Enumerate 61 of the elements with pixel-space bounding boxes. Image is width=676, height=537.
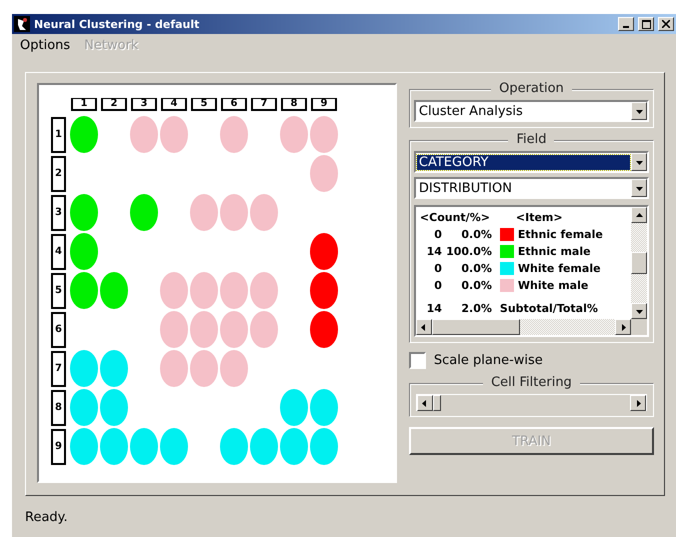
column-header: 7 [251, 98, 277, 110]
row-header: 5 [51, 272, 66, 308]
down-arrow-icon [636, 308, 642, 314]
column-header: 9 [311, 98, 337, 110]
menu-item[interactable]: Options [20, 38, 70, 54]
column-header: 5 [191, 98, 217, 110]
percent-value: 0.0% [460, 262, 492, 275]
app-icon [14, 16, 30, 32]
checkbox-label: Scale plane-wise [434, 352, 543, 368]
item-label: White female [518, 262, 602, 275]
item-header: <Item> [516, 211, 564, 224]
subtotal-label: Subtotal/Total% [500, 302, 599, 315]
row-header: 1 [51, 116, 66, 152]
right-arrow-icon [620, 324, 626, 330]
column-header: 1 [71, 98, 97, 110]
count-value: 0 [433, 262, 442, 275]
dropdown-arrow-icon [636, 108, 642, 114]
group-title: Cell Filtering [483, 375, 580, 390]
percent-value: 0.0% [460, 278, 492, 292]
status-text: Ready. [25, 510, 69, 525]
scroll-thumb[interactable] [631, 252, 647, 274]
up-arrow-icon [636, 212, 642, 218]
window-title: Neural Clustering - default [34, 18, 200, 30]
row-header: 8 [51, 390, 66, 426]
count-value: 14 [426, 245, 442, 258]
count-value: 0 [433, 278, 442, 292]
row-header: 6 [51, 312, 66, 348]
left-arrow-icon [420, 324, 428, 330]
maximize-button[interactable] [638, 17, 654, 31]
close-icon [662, 20, 670, 28]
field-dropdown[interactable]: CATEGORY [414, 151, 649, 173]
horizontal-scrollbar[interactable] [416, 319, 631, 335]
dropdown-arrow-icon [636, 158, 642, 166]
dropdown-arrow-icon [636, 184, 642, 192]
count-value: 14 [426, 302, 442, 315]
row-header: 4 [51, 234, 66, 270]
percent-value: 100.0% [445, 245, 492, 258]
row-header: 7 [51, 350, 66, 386]
maximize-icon [642, 20, 650, 28]
count-header: <Count/%> [420, 211, 491, 224]
minimize-button[interactable] [618, 17, 634, 31]
row-header: 2 [51, 156, 66, 192]
column-header: 8 [281, 98, 307, 110]
item-label: Ethnic male [518, 245, 592, 258]
percent-value: 2.0% [460, 302, 492, 315]
column-header: 4 [161, 98, 187, 110]
scrollbar-corner [631, 319, 647, 335]
vertical-scrollbar[interactable] [631, 207, 647, 319]
close-button[interactable] [658, 17, 674, 31]
scroll-thumb[interactable] [432, 319, 520, 335]
group-title: Operation [491, 81, 572, 96]
item-label: White male [518, 278, 590, 292]
row-header: 9 [51, 428, 66, 464]
row-header: 3 [51, 194, 66, 230]
column-header: 6 [221, 98, 247, 110]
field-dropdown[interactable]: DISTRIBUTION [414, 177, 649, 199]
count-value: 0 [433, 228, 442, 242]
checkbox[interactable] [408, 352, 426, 368]
operation-dropdown[interactable]: Cluster Analysis [414, 100, 649, 122]
item-label: Ethnic female [518, 228, 604, 242]
percent-value: 0.0% [460, 228, 492, 242]
